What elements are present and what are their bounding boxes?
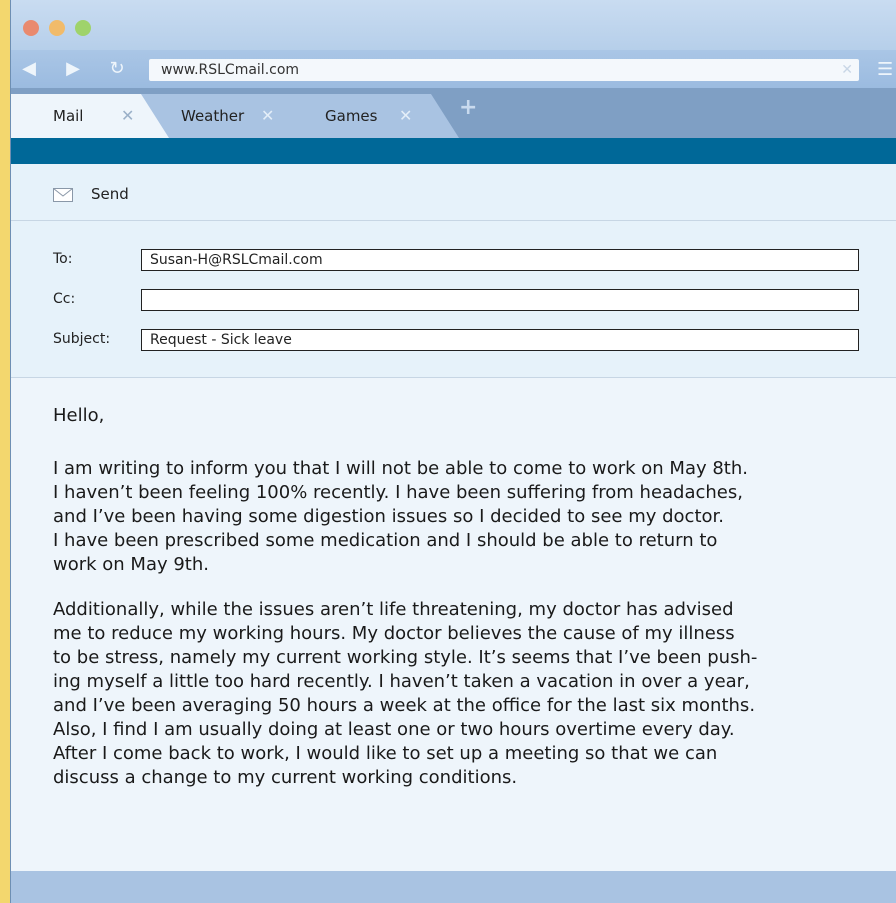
new-tab-plus-icon[interactable]: + bbox=[459, 95, 477, 120]
reload-icon[interactable]: ↻ bbox=[107, 59, 127, 79]
email-body[interactable]: Hello, I am writing to inform you that I… bbox=[11, 378, 896, 871]
tab-weather-label: Weather bbox=[181, 107, 245, 125]
menu-icon[interactable]: ☰ bbox=[877, 60, 895, 80]
tab-games-close-icon[interactable]: ✕ bbox=[399, 94, 412, 138]
body-line: After I come back to work, I would like … bbox=[53, 743, 718, 764]
forward-arrow-icon[interactable]: ▶ bbox=[63, 59, 83, 79]
email-paragraph-2: Additionally, while the issues aren’t li… bbox=[53, 598, 873, 790]
tab-mail[interactable]: Mail ✕ bbox=[11, 94, 169, 138]
mail-toolbar: Send bbox=[11, 164, 896, 221]
to-field[interactable]: Susan-H@RSLCmail.com bbox=[141, 249, 859, 271]
body-line: I am writing to inform you that I will n… bbox=[53, 458, 748, 479]
clear-url-icon[interactable]: ✕ bbox=[841, 59, 853, 81]
body-line: work on May 9th. bbox=[53, 554, 209, 575]
body-line: me to reduce my working hours. My doctor… bbox=[53, 623, 735, 644]
subject-label: Subject: bbox=[53, 331, 111, 347]
maximize-window-button[interactable] bbox=[75, 20, 91, 36]
body-line: ing myself a little too hard recently. I… bbox=[53, 671, 750, 692]
send-button-label: Send bbox=[91, 185, 129, 203]
title-bar bbox=[11, 0, 896, 50]
tab-games-label: Games bbox=[325, 107, 378, 125]
minimize-window-button[interactable] bbox=[49, 20, 65, 36]
close-window-button[interactable] bbox=[23, 20, 39, 36]
tab-edge bbox=[431, 94, 459, 138]
body-line: to be stress, namely my current working … bbox=[53, 647, 758, 668]
email-greeting: Hello, bbox=[53, 405, 105, 426]
email-paragraph-1: I am writing to inform you that I will n… bbox=[53, 457, 873, 577]
to-label: To: bbox=[53, 251, 73, 267]
email-header-fields: To: Susan-H@RSLCmail.com Cc: Subject: Re… bbox=[11, 221, 896, 378]
cc-label: Cc: bbox=[53, 291, 76, 307]
envelope-icon bbox=[53, 188, 73, 202]
tab-weather-close-icon[interactable]: ✕ bbox=[261, 94, 274, 138]
tab-mail-close-icon[interactable]: ✕ bbox=[121, 94, 134, 138]
body-line: I haven’t been feeling 100% recently. I … bbox=[53, 482, 743, 503]
body-line: Additionally, while the issues aren’t li… bbox=[53, 599, 734, 620]
tab-mail-label: Mail bbox=[53, 107, 84, 125]
browser-window: ◀ ▶ ↻ www.RSLCmail.com ✕ ☰ Games ✕ Weath… bbox=[10, 0, 896, 903]
status-bar bbox=[11, 871, 896, 903]
tab-edge bbox=[281, 94, 309, 138]
url-text: www.RSLCmail.com bbox=[161, 62, 300, 78]
tab-edge bbox=[141, 94, 169, 138]
back-arrow-icon[interactable]: ◀ bbox=[19, 59, 39, 79]
cc-field[interactable] bbox=[141, 289, 859, 311]
subject-field[interactable]: Request - Sick leave bbox=[141, 329, 859, 351]
body-line: and I’ve been having some digestion issu… bbox=[53, 506, 724, 527]
body-line: I have been prescribed some medication a… bbox=[53, 530, 718, 551]
body-line: and I’ve been averaging 50 hours a week … bbox=[53, 695, 756, 716]
body-line: Also, I find I am usually doing at least… bbox=[53, 719, 735, 740]
address-bar[interactable]: www.RSLCmail.com ✕ bbox=[149, 59, 859, 81]
accent-bar bbox=[11, 138, 896, 164]
body-line: discuss a change to my current working c… bbox=[53, 767, 518, 788]
